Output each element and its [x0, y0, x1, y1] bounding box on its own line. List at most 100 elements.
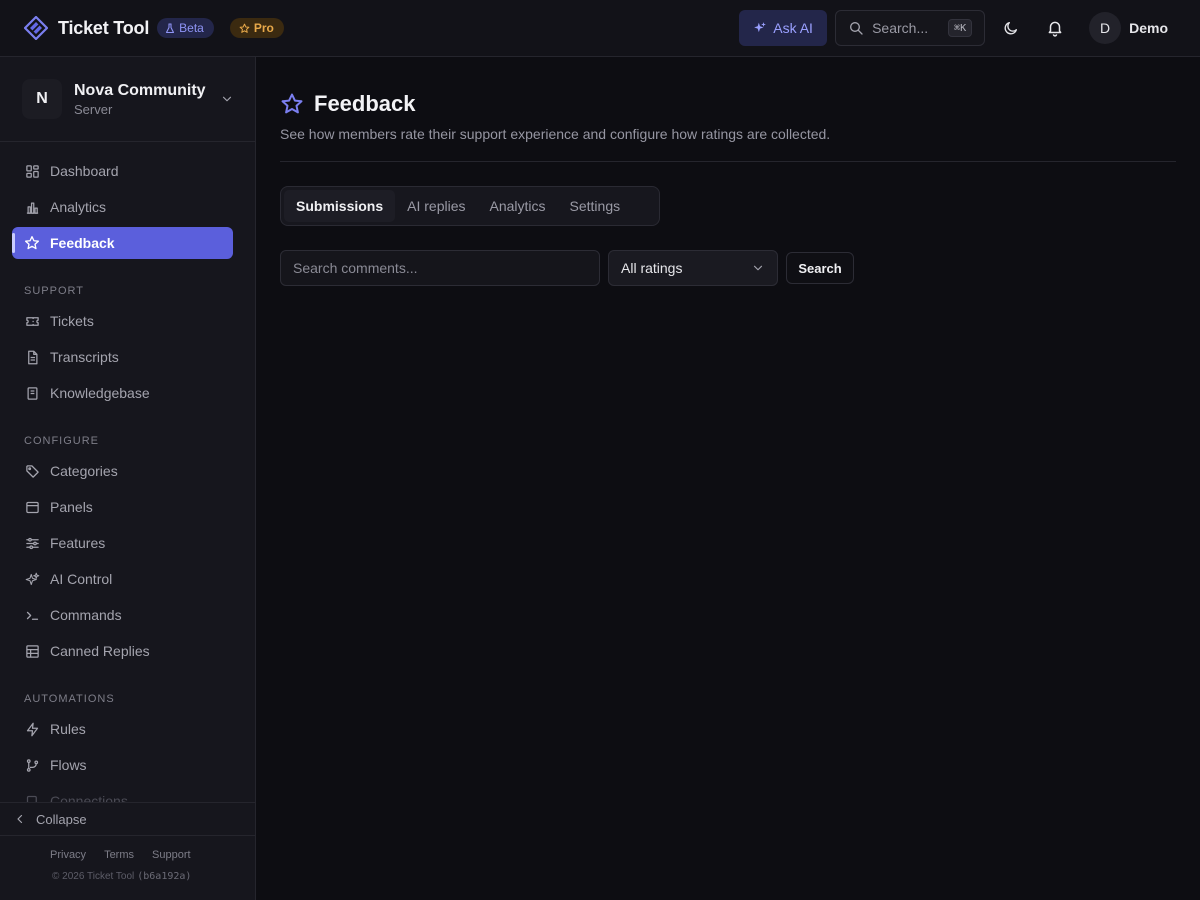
- copyright: © 2026 Ticket Tool (b6a192a): [52, 871, 191, 882]
- server-switcher[interactable]: N Nova Community Server: [0, 57, 255, 142]
- moon-icon: [1003, 20, 1019, 36]
- avatar: D: [1089, 12, 1122, 44]
- search-label: Search...: [872, 20, 929, 36]
- sidebar-item-label: Commands: [50, 607, 122, 623]
- sidebar-item-label: Canned Replies: [50, 643, 150, 659]
- sidebar-item-connections[interactable]: Connections: [12, 785, 233, 802]
- sidebar-item-label: AI Control: [50, 571, 113, 587]
- sidebar-item-analytics[interactable]: Analytics: [12, 191, 233, 223]
- ticket-logo-icon: [24, 16, 48, 40]
- copyright-text: © 2026 Ticket Tool: [52, 871, 135, 882]
- sidebar-item-dashboard[interactable]: Dashboard: [12, 155, 233, 187]
- git-branch-icon: [24, 757, 40, 773]
- sidebar-item-label: Categories: [50, 463, 118, 479]
- server-subtitle: Server: [74, 101, 113, 117]
- support-link[interactable]: Support: [152, 849, 191, 861]
- flask-icon: [165, 22, 175, 34]
- sidebar-item-categories[interactable]: Categories: [12, 455, 233, 487]
- file-text-icon: [24, 349, 40, 365]
- terminal-icon: [24, 607, 40, 623]
- divider: [280, 161, 1176, 162]
- server-name: Nova Community: [74, 81, 206, 99]
- dashboard-icon: [24, 163, 40, 179]
- tag-icon: [24, 463, 40, 479]
- filter-bar: All ratings Search: [280, 250, 854, 286]
- page-header: Feedback: [280, 91, 416, 117]
- search-comments-input[interactable]: [280, 250, 600, 286]
- pro-label: Pro: [253, 21, 274, 35]
- star-icon: [239, 23, 250, 34]
- ask-ai-button[interactable]: Ask AI: [739, 10, 828, 46]
- theme-toggle-button[interactable]: [993, 10, 1029, 46]
- chevron-down-icon: [751, 261, 765, 275]
- search-button[interactable]: Search: [786, 252, 854, 284]
- chevron-left-icon: [14, 813, 26, 825]
- page-subtitle: See how members rate their support exper…: [280, 126, 831, 142]
- sidebar-nav: Dashboard Analytics Feedback SUPPORT Tic…: [0, 155, 256, 802]
- user-menu[interactable]: D Demo: [1089, 12, 1168, 44]
- book-icon: [24, 385, 40, 401]
- sidebar-item-commands[interactable]: Commands: [12, 599, 233, 631]
- notifications-button[interactable]: [1037, 10, 1073, 46]
- sidebar-item-label: Transcripts: [50, 349, 119, 365]
- global-search[interactable]: Search... ⌘K: [835, 10, 986, 46]
- bar-chart-icon: [24, 199, 40, 215]
- search-icon: [848, 20, 864, 36]
- app-name: Ticket Tool: [58, 17, 150, 38]
- rating-select-value: All ratings: [621, 260, 683, 276]
- sidebar-item-panels[interactable]: Panels: [12, 491, 233, 523]
- panel-icon: [24, 499, 40, 515]
- privacy-link[interactable]: Privacy: [50, 849, 86, 861]
- sidebar-item-label: Tickets: [50, 313, 94, 329]
- sidebar-item-features[interactable]: Features: [12, 527, 233, 559]
- sidebar-item-feedback[interactable]: Feedback: [12, 227, 233, 259]
- sidebar-item-label: Connections: [50, 793, 128, 802]
- server-avatar: N: [22, 79, 62, 119]
- tab-settings[interactable]: Settings: [558, 190, 633, 222]
- list-icon: [24, 643, 40, 659]
- sidebar-item-canned-replies[interactable]: Canned Replies: [12, 635, 233, 667]
- sparkles-icon: [24, 571, 40, 587]
- sidebar-item-label: Rules: [50, 721, 86, 737]
- sidebar-item-label: Analytics: [50, 199, 107, 215]
- sidebar-item-label: Features: [50, 535, 106, 551]
- tab-submissions[interactable]: Submissions: [284, 190, 396, 222]
- plug-icon: [24, 793, 40, 802]
- sidebar: N Nova Community Server Dashboard Analyt…: [0, 57, 256, 900]
- tab-ai-replies[interactable]: AI replies: [395, 190, 477, 222]
- page-title: Feedback: [314, 91, 416, 116]
- sidebar-item-ai-control[interactable]: AI Control: [12, 563, 233, 595]
- rating-select[interactable]: All ratings: [608, 250, 778, 286]
- section-support: SUPPORT: [24, 285, 84, 297]
- sidebar-item-transcripts[interactable]: Transcripts: [12, 341, 233, 373]
- sidebar-item-label: Dashboard: [50, 163, 119, 179]
- sidebar-item-label: Flows: [50, 757, 87, 773]
- shortcut-hint: ⌘K: [948, 19, 973, 37]
- sidebar-item-label: Feedback: [50, 235, 115, 251]
- brand[interactable]: Ticket Tool Beta Pro: [24, 16, 284, 40]
- section-configure: CONFIGURE: [24, 435, 99, 447]
- chevron-down-icon: [220, 92, 234, 106]
- ask-ai-label: Ask AI: [773, 20, 813, 36]
- top-bar: Ticket Tool Beta Pro Ask AI Search... ⌘K…: [0, 0, 1200, 57]
- tab-bar: Submissions AI replies Analytics Setting…: [280, 186, 660, 226]
- sliders-icon: [24, 535, 40, 551]
- sidebar-item-tickets[interactable]: Tickets: [12, 305, 233, 337]
- build-hash: (b6a192a): [137, 871, 192, 882]
- pro-badge: Pro: [229, 18, 284, 38]
- sidebar-item-label: Knowledgebase: [50, 385, 150, 401]
- collapse-button[interactable]: Collapse: [0, 802, 255, 836]
- ticket-icon: [24, 313, 40, 329]
- footer-links: Privacy Terms Support: [50, 849, 191, 861]
- bolt-icon: [24, 721, 40, 737]
- tab-analytics[interactable]: Analytics: [478, 190, 558, 222]
- terms-link[interactable]: Terms: [104, 849, 134, 861]
- sidebar-item-label: Panels: [50, 499, 93, 515]
- beta-label: Beta: [179, 21, 204, 35]
- sidebar-item-rules[interactable]: Rules: [12, 713, 233, 745]
- beta-badge: Beta: [157, 18, 214, 38]
- collapse-label: Collapse: [36, 811, 87, 827]
- sidebar-item-knowledgebase[interactable]: Knowledgebase: [12, 377, 233, 409]
- bell-icon: [1046, 19, 1064, 37]
- sidebar-item-flows[interactable]: Flows: [12, 749, 233, 781]
